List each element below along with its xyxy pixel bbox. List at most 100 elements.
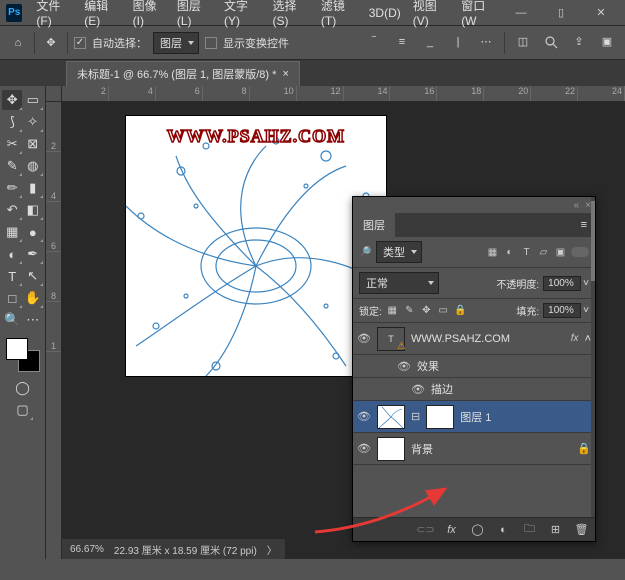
auto-select-dropdown[interactable]: 图层 <box>153 32 199 54</box>
ruler-vertical[interactable]: 24681 <box>46 102 62 559</box>
filter-type-dropdown[interactable]: 类型 <box>376 241 422 263</box>
dodge-tool[interactable]: ◐ <box>2 244 22 264</box>
lock-position-icon[interactable]: ✥ <box>420 304 433 317</box>
eraser-tool[interactable]: ◧ <box>23 200 43 220</box>
magic-wand-tool[interactable]: ✧ <box>23 112 43 132</box>
auto-select-checkbox[interactable] <box>74 37 86 49</box>
type-tool[interactable]: T <box>2 266 22 286</box>
healing-tool[interactable]: ◍ <box>23 156 43 176</box>
crop-tool[interactable]: ✂ <box>2 134 22 154</box>
ruler-horizontal[interactable]: 24681012141618202224 <box>62 86 625 102</box>
document-tab[interactable]: 未标题-1 @ 66.7% (图层 1, 图层蒙版/8) * × <box>66 61 300 86</box>
menu-edit[interactable]: 编辑(E) <box>78 0 126 31</box>
layer-name[interactable]: 图层 1 <box>460 409 491 425</box>
filter-toggle[interactable] <box>571 247 589 257</box>
workspace-icon[interactable]: ▣ <box>597 32 617 52</box>
layer-effect-stroke[interactable]: 👁 描边 <box>353 378 595 401</box>
screen-mode[interactable]: ▢ <box>13 400 33 420</box>
layers-tab[interactable]: 图层 <box>353 213 395 237</box>
menu-filter[interactable]: 滤镜(T) <box>315 0 363 31</box>
fx-menu-icon[interactable]: fx <box>444 522 459 537</box>
window-maximize[interactable]: ▯ <box>543 3 579 23</box>
collapse-icon[interactable]: « <box>574 200 580 211</box>
blend-mode-dropdown[interactable]: 正常 <box>359 272 439 294</box>
layer-row[interactable]: 👁 ⊟ 图层 1 <box>353 401 595 433</box>
search-icon[interactable] <box>541 32 561 52</box>
layer-name[interactable]: WWW.PSAHZ.COM <box>411 333 510 345</box>
delete-layer-icon[interactable]: 🗑 <box>574 522 589 537</box>
foreground-swatch[interactable] <box>6 338 28 360</box>
filter-adjust-icon[interactable]: ◐ <box>503 246 516 259</box>
status-more[interactable]: 〉 <box>267 542 277 557</box>
lasso-tool[interactable]: ⟆ <box>2 112 22 132</box>
lock-transparent-icon[interactable]: ▦ <box>386 304 399 317</box>
fx-badge[interactable]: fx <box>571 333 579 344</box>
blur-tool[interactable]: ● <box>23 222 43 242</box>
layer-thumb-text[interactable]: T⚠ <box>377 327 405 351</box>
layer-thumb[interactable] <box>377 405 405 429</box>
visibility-toggle[interactable]: 👁 <box>397 360 411 373</box>
gradient-tool[interactable]: ▦ <box>2 222 22 242</box>
filter-smart-icon[interactable]: ▣ <box>554 246 567 259</box>
path-tool[interactable]: ↖ <box>23 266 43 286</box>
align-bottom-icon[interactable]: _ <box>420 32 440 52</box>
close-tab-icon[interactable]: × <box>282 68 288 80</box>
window-close[interactable]: ✕ <box>583 3 619 23</box>
visibility-toggle[interactable]: 👁 <box>357 442 371 455</box>
mask-thumb[interactable] <box>426 405 454 429</box>
menu-3d[interactable]: 3D(D) <box>363 3 407 23</box>
layer-name[interactable]: 背景 <box>411 441 433 457</box>
pen-tool[interactable]: ✒ <box>23 244 43 264</box>
visibility-toggle[interactable]: 👁 <box>411 383 425 396</box>
ruler-origin[interactable] <box>46 86 62 102</box>
add-mask-icon[interactable]: ◯ <box>470 522 485 537</box>
menu-file[interactable]: 文件(F) <box>30 0 78 31</box>
zoom-tool[interactable]: 🔍 <box>2 310 22 330</box>
quick-mask[interactable]: ◯ <box>13 378 33 398</box>
window-minimize[interactable]: — <box>503 3 539 23</box>
menu-type[interactable]: 文字(Y) <box>218 0 266 31</box>
edit-toolbar[interactable]: ⋯ <box>23 310 43 330</box>
more-icon[interactable]: ⋯ <box>476 32 496 52</box>
show-transform-checkbox[interactable] <box>205 37 217 49</box>
share-icon[interactable]: ⇪ <box>569 32 589 52</box>
new-group-icon[interactable]: 🗀 <box>522 522 537 537</box>
opacity-input[interactable]: 100% <box>543 276 581 291</box>
brush-tool[interactable]: ✏ <box>2 178 22 198</box>
move-tool[interactable]: ✥ <box>2 90 22 110</box>
home-icon[interactable]: ⌂ <box>8 33 28 53</box>
align-top-icon[interactable]: ‾ <box>364 32 384 52</box>
layer-thumb[interactable] <box>377 437 405 461</box>
color-swatches[interactable] <box>6 338 40 372</box>
clone-tool[interactable]: ▮ <box>23 178 43 198</box>
filter-search-icon[interactable]: 🔎 <box>359 246 372 259</box>
eyedropper-tool[interactable]: ✎ <box>2 156 22 176</box>
layer-row[interactable]: 👁 背景 🔒 <box>353 433 595 465</box>
filter-shape-icon[interactable]: ▱ <box>537 246 550 259</box>
zoom-level[interactable]: 66.67% <box>70 544 104 555</box>
lock-all-icon[interactable]: 🔒 <box>454 304 467 317</box>
align-middle-icon[interactable]: ≡ <box>392 32 412 52</box>
lock-image-icon[interactable]: ✎ <box>403 304 416 317</box>
visibility-toggle[interactable]: 👁 <box>357 410 371 423</box>
align-left-icon[interactable]: | <box>448 32 468 52</box>
menu-image[interactable]: 图像(I) <box>127 0 171 31</box>
frame-tool[interactable]: ⊠ <box>23 134 43 154</box>
visibility-toggle[interactable]: 👁 <box>357 332 371 345</box>
filter-pixel-icon[interactable]: ▦ <box>486 246 499 259</box>
document-canvas[interactable]: WWW.PSAHZ.COM <box>126 116 386 376</box>
history-brush-tool[interactable]: ↶ <box>2 200 22 220</box>
marquee-tool[interactable]: ▭ <box>23 90 43 110</box>
layer-row[interactable]: 👁 T⚠ WWW.PSAHZ.COM fx ˄ <box>353 323 595 355</box>
opacity-chevron-icon[interactable]: ˅ <box>583 278 589 289</box>
shape-tool[interactable]: □ <box>2 288 22 308</box>
3d-mode-icon[interactable]: ◫ <box>513 32 533 52</box>
menu-select[interactable]: 选择(S) <box>266 0 314 31</box>
fill-input[interactable]: 100% <box>543 303 581 318</box>
hand-tool[interactable]: ✋ <box>23 288 43 308</box>
filter-type-icon[interactable]: T <box>520 246 533 259</box>
menu-layer[interactable]: 图层(L) <box>171 0 218 31</box>
layer-effects-row[interactable]: 👁 效果 <box>353 355 595 378</box>
menu-window[interactable]: 窗口(W <box>455 0 503 31</box>
new-layer-icon[interactable]: ⊞ <box>548 522 563 537</box>
